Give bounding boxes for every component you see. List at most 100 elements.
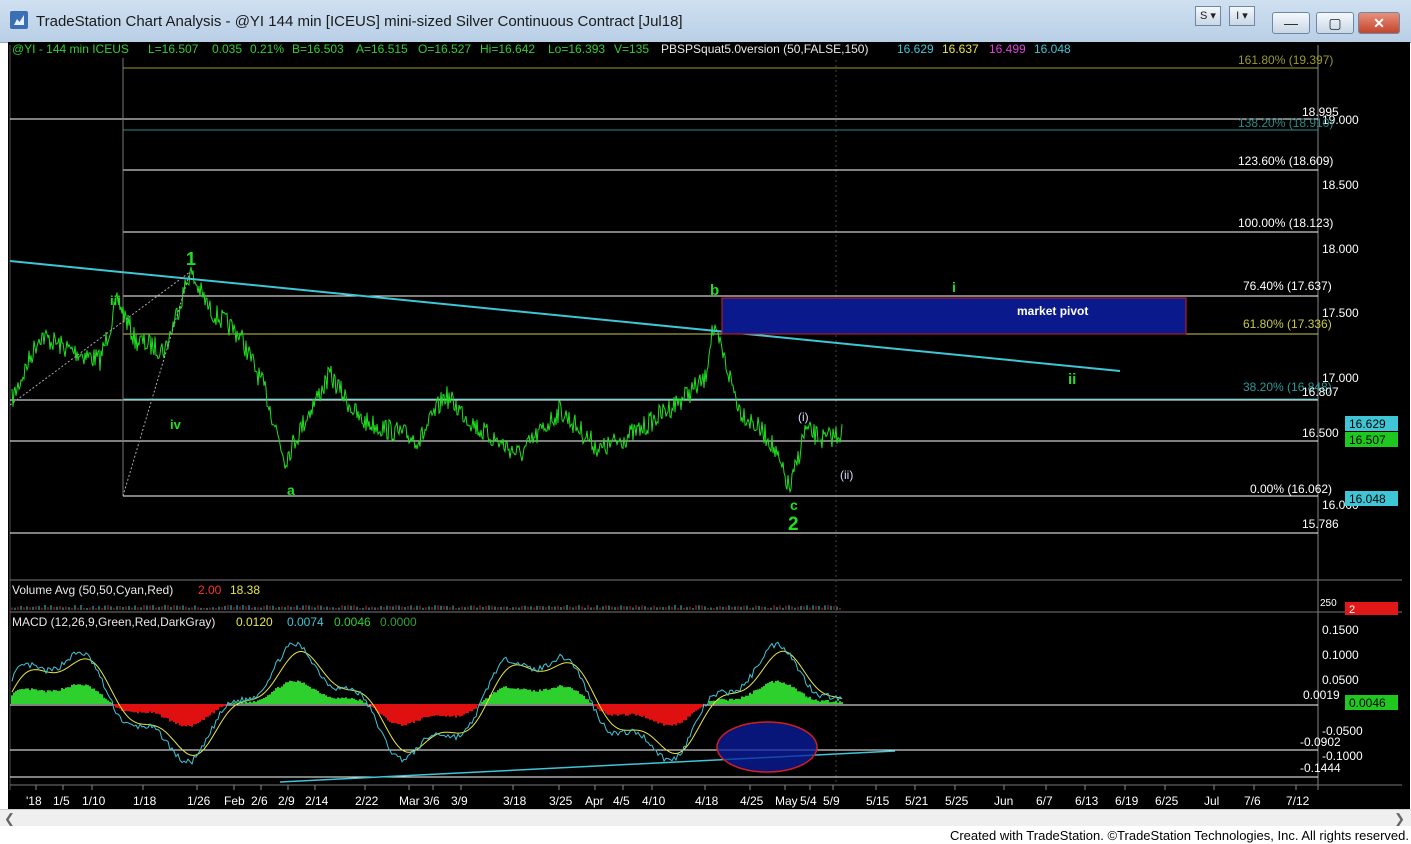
wave-guide-line [9,271,191,406]
chart-grid [9,45,1402,790]
macd-divergence-ellipse [716,721,818,773]
price-axis-label: 18.000 [1322,242,1359,256]
copyright-credit: Created with TradeStation. ©TradeStation… [949,828,1409,843]
date-tick-label: 5/4 [800,794,817,808]
date-axis: '18 1/5 1/10 1/18 1/26 Feb 2/6 2/9 2/14 2/22 Mar 3/… [26,785,1310,808]
volume-axis-label: 250 [1320,598,1337,609]
date-tick-label: 5/9 [823,794,840,808]
date-tick-label: 5/25 [945,794,969,808]
header-s1: 16.629 [897,42,934,56]
date-tick-label: Jul [1204,794,1219,808]
macd-value-3: 0.0046 [334,615,371,629]
date-tick-label: 3/9 [451,794,468,808]
date-tick-label: Feb [224,794,245,808]
wave-label-iii: iii [110,293,121,308]
header-high: Hi=16.642 [480,42,535,56]
market-pivot-label: market pivot [1017,304,1088,318]
price-tag-cyan: 16.048 [1349,492,1386,506]
date-tick-label: 6/13 [1075,794,1099,808]
fib-label: 0.00% (16.062) [1250,482,1332,496]
header-change: 0.035 [212,42,242,56]
level-label: 18.995 [1302,105,1339,119]
horizontal-levels [10,58,1318,778]
date-tick-label: 5/21 [905,794,929,808]
wave-label-sub-ii: (ii) [840,468,853,482]
date-tick-label: 2/22 [355,794,379,808]
macd-value-4: 0.0000 [380,615,417,629]
header-open: O=16.527 [418,42,471,56]
header-s2: 16.637 [942,42,979,56]
header-symbol: @YI - 144 min ICEUS [12,42,129,56]
date-tick-label: 7/12 [1286,794,1310,808]
wave-label-2: 2 [788,514,799,535]
fib-label: 76.40% (17.637) [1243,279,1332,293]
wave-label-iv: iv [170,417,182,432]
date-tick-label: Mar [399,794,420,808]
date-tick-label: 2/14 [305,794,329,808]
horizontal-scrollbar[interactable]: ❮ ❯ [0,809,1411,827]
volume-header: Volume Avg (50,50,Cyan,Red) [12,583,173,597]
price-tag-cyan: 16.629 [1349,417,1386,431]
volume-value-1: 2.00 [198,583,222,597]
header-last: L=16.507 [148,42,199,56]
header-pct: 0.21% [250,42,284,56]
date-tick-label: 4/18 [695,794,719,808]
macd-level-label: 0.0019 [1303,688,1340,702]
wave-label-b: b [710,282,719,299]
macd-value-1: 0.0120 [236,615,273,629]
volume-tag: 2 [1349,604,1355,616]
level-label: 16.807 [1302,385,1339,399]
macd-header: MACD (12,26,9,Green,Red,DarkGray) [12,615,215,629]
volume-histogram [11,605,841,610]
date-tick-label: 4/25 [740,794,764,808]
date-tick-label: 4/5 [613,794,630,808]
fib-label: 61.80% (17.336) [1243,317,1332,331]
date-tick-label: Apr [585,794,604,808]
scroll-left-icon[interactable]: ❮ [4,810,15,827]
header-s4: 16.048 [1034,42,1071,56]
date-tick-label: 1/10 [82,794,106,808]
macd-axis-label: 0.1500 [1322,623,1359,637]
macd-tag: 0.0046 [1349,696,1386,710]
header-s3: 16.499 [989,42,1026,56]
price-tag-green: 16.507 [1349,433,1386,447]
date-tick-label: 6/25 [1155,794,1179,808]
volume-value-2: 18.38 [230,583,260,597]
scroll-right-icon[interactable]: ❯ [1394,810,1405,827]
date-tick-label: 1/5 [53,794,70,808]
macd-axis-label: 0.1000 [1322,648,1359,662]
date-tick-label: 1/18 [133,794,157,808]
header-bid: B=16.503 [292,42,344,56]
wave-label-i: i [952,279,956,295]
macd-level-label: -0.0902 [1300,735,1341,749]
date-tick-label: 1/26 [187,794,211,808]
date-tick-label: May [775,794,798,808]
market-pivot-zone[interactable] [721,297,1187,335]
macd-level-label: -0.1444 [1300,761,1341,775]
date-tick-label: 2/9 [278,794,295,808]
chart-svg[interactable]: @YI - 144 min ICEUS L=16.507 0.035 0.21%… [0,0,1411,844]
wave-label-sub-i: (i) [798,410,809,424]
header-volume: V=135 [614,42,649,56]
wave-label-ii: ii [1068,371,1076,388]
date-tick-label: Jun [994,794,1013,808]
fib-label: 123.60% (18.609) [1238,154,1333,168]
wave-label-a: a [287,482,295,498]
date-tick-label: 3/25 [549,794,573,808]
price-series [11,266,843,494]
date-tick-label: 6/7 [1036,794,1053,808]
date-tick-label: '18 [26,794,42,808]
macd-value-2: 0.0074 [287,615,324,629]
date-tick-label: 6/19 [1115,794,1139,808]
date-tick-label: 5/15 [866,794,890,808]
price-axis-label: 18.500 [1322,178,1359,192]
macd-axis-label: 0.0500 [1322,673,1359,687]
date-tick-label: 4/10 [642,794,666,808]
date-tick-label: 7/6 [1244,794,1261,808]
price-line [11,266,843,494]
level-label: 16.500 [1302,426,1339,440]
date-tick-label: 2/6 [251,794,268,808]
wave-label-1: 1 [186,249,196,269]
date-tick-label: 3/18 [503,794,527,808]
fib-label: 161.80% (19.397) [1238,53,1333,67]
